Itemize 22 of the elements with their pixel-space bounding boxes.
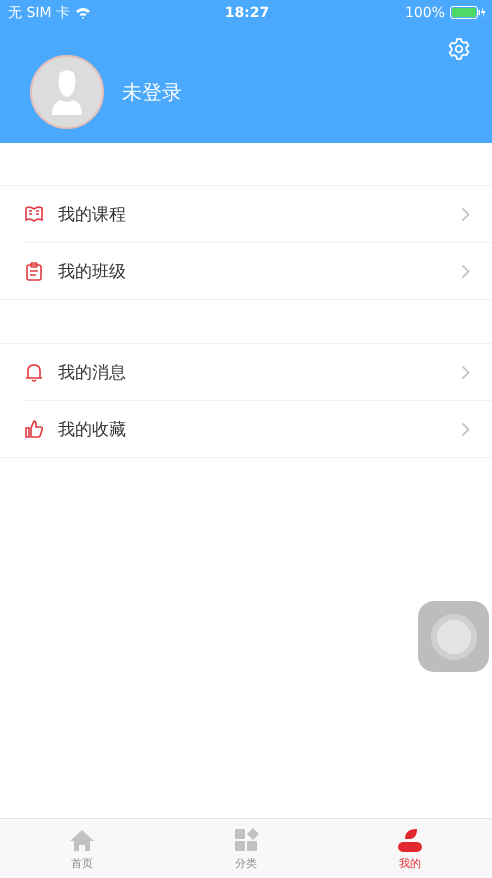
chevron-right-icon [461, 206, 470, 222]
carrier-label: 无 SIM 卡 [8, 4, 70, 22]
clipboard-icon [23, 260, 45, 282]
menu-item[interactable]: 我的班级 [23, 242, 492, 299]
person-icon [397, 826, 423, 852]
clock-time: 18:27 [224, 4, 270, 20]
grid-icon [233, 826, 259, 852]
wifi-icon [75, 6, 91, 18]
bell-icon [23, 361, 45, 383]
thumbs-up-icon [23, 418, 45, 440]
menu-item[interactable]: 我的收藏 [23, 400, 492, 457]
chevron-right-icon [461, 264, 470, 278]
assistive-touch-button[interactable] [418, 601, 489, 672]
battery-icon [450, 6, 486, 19]
chevron-right-icon [461, 364, 470, 380]
tab-item[interactable]: 我的 [328, 819, 492, 878]
settings-icon[interactable] [447, 37, 471, 61]
chevron-right-icon [461, 422, 470, 436]
menu-item[interactable]: 我的课程 [0, 186, 492, 242]
menu-item[interactable]: 我的消息 [0, 344, 492, 400]
battery-percent: 100% [404, 4, 445, 20]
login-status: 未登录 [122, 78, 182, 106]
